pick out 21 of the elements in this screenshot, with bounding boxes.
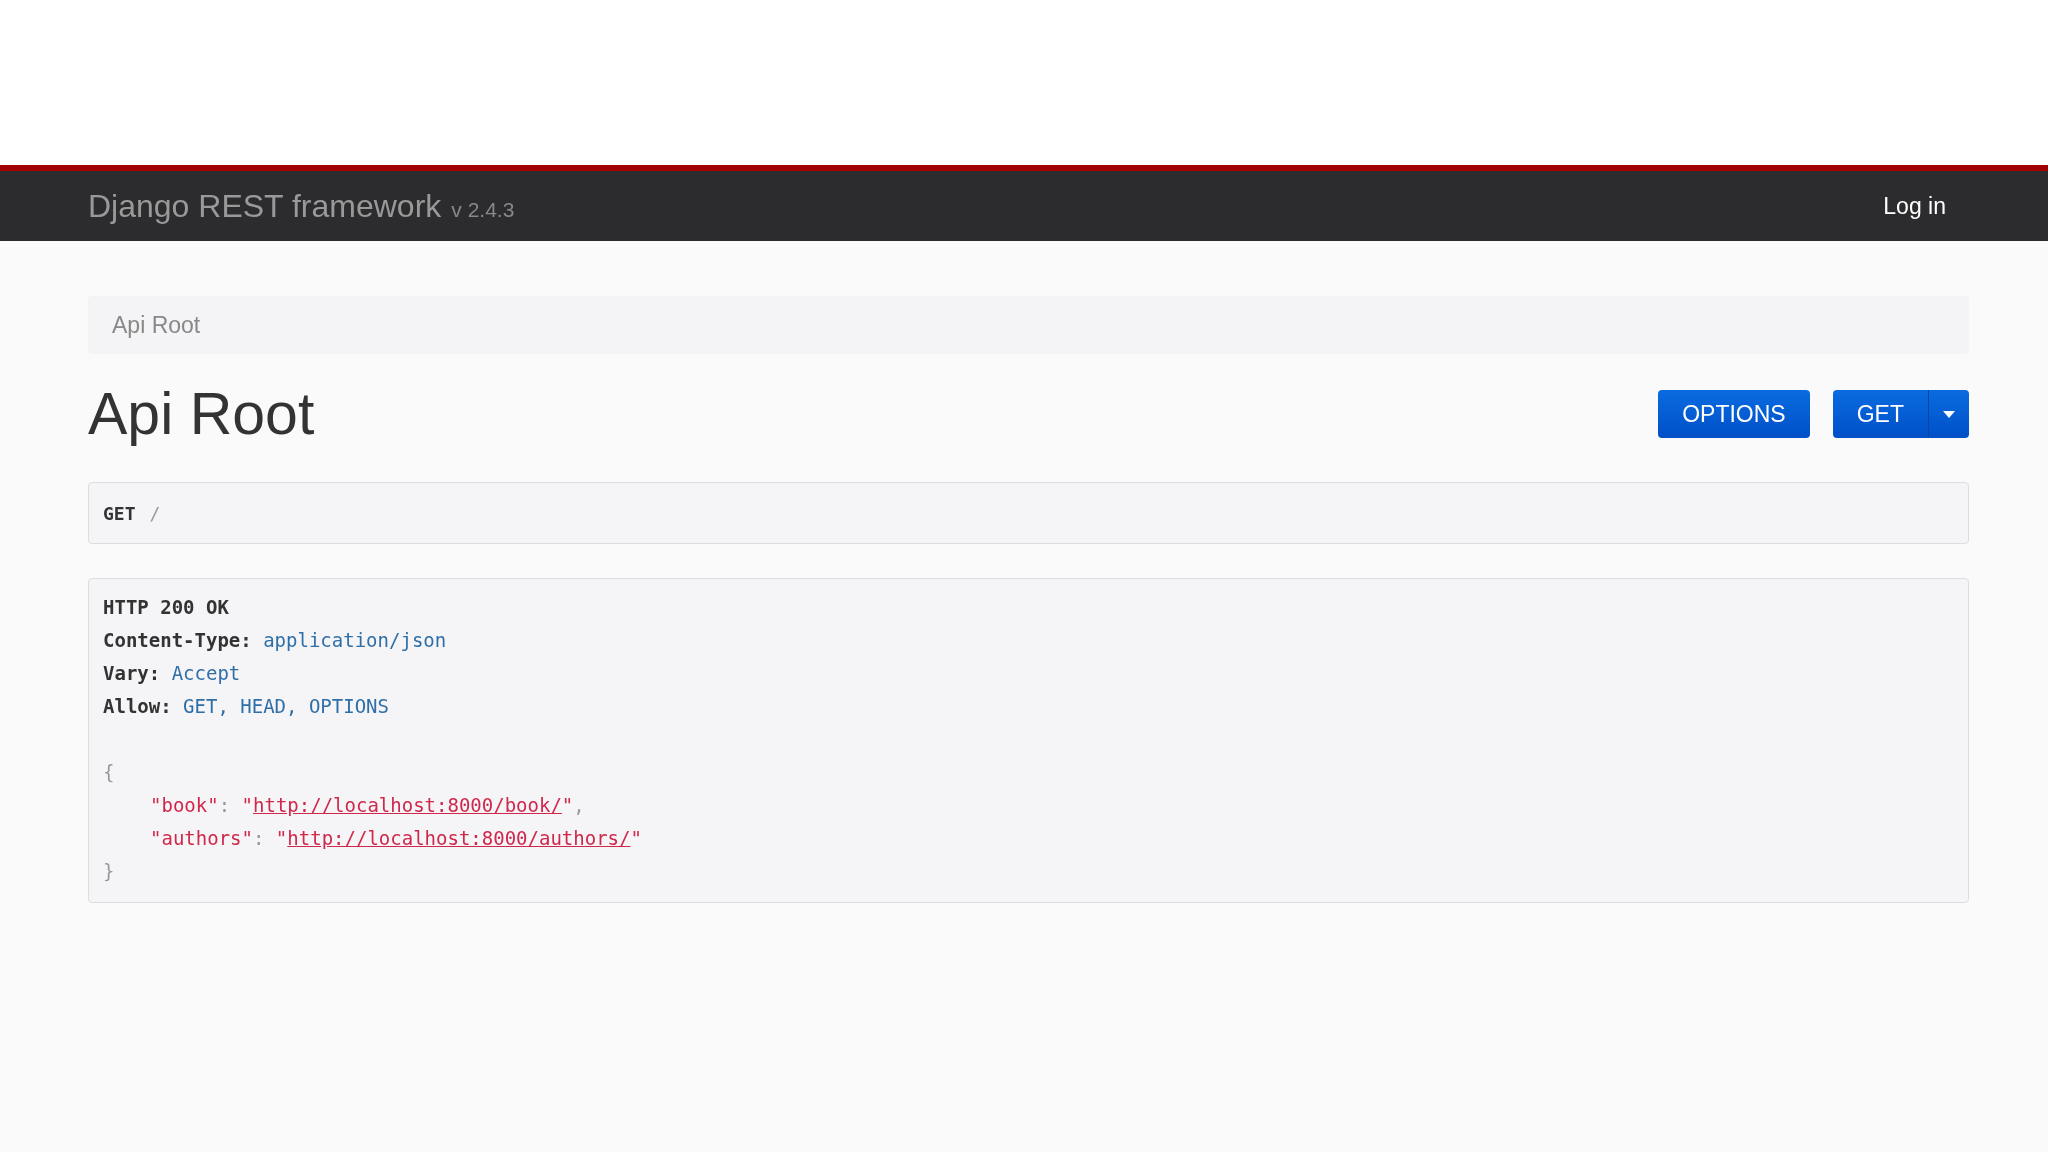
response-header: Vary: Accept (103, 661, 241, 686)
json-entry: "authors": "http://localhost:8000/authors/" (149, 826, 642, 851)
login-link[interactable]: Log in (1883, 192, 1946, 220)
dropdown-toggle[interactable] (1928, 390, 1969, 438)
json-entry: "book": "http://localhost:8000/book/", (149, 793, 585, 818)
url-link[interactable]: http://localhost:8000/authors/ (287, 827, 631, 849)
brand-link[interactable]: Django REST framework (88, 187, 442, 225)
json-brace: } (103, 859, 115, 884)
options-button[interactable]: OPTIONS (1658, 390, 1810, 438)
url-link[interactable]: http://localhost:8000/book/ (253, 794, 562, 816)
request-method: GET (103, 502, 136, 524)
request-path: / (149, 502, 161, 524)
get-button[interactable]: GET (1832, 390, 1928, 438)
caret-icon (1943, 410, 1955, 418)
response-header: Content-Type: application/json (103, 628, 447, 653)
response-status: HTTP 200 OK (103, 595, 229, 620)
response-header: Allow: GET, HEAD, OPTIONS (103, 694, 389, 719)
version-label: v 2.4.3 (451, 197, 515, 222)
breadcrumb-item[interactable]: Api Root (112, 311, 201, 339)
json-brace: { (103, 760, 115, 785)
page-title: Api Root (88, 380, 315, 448)
